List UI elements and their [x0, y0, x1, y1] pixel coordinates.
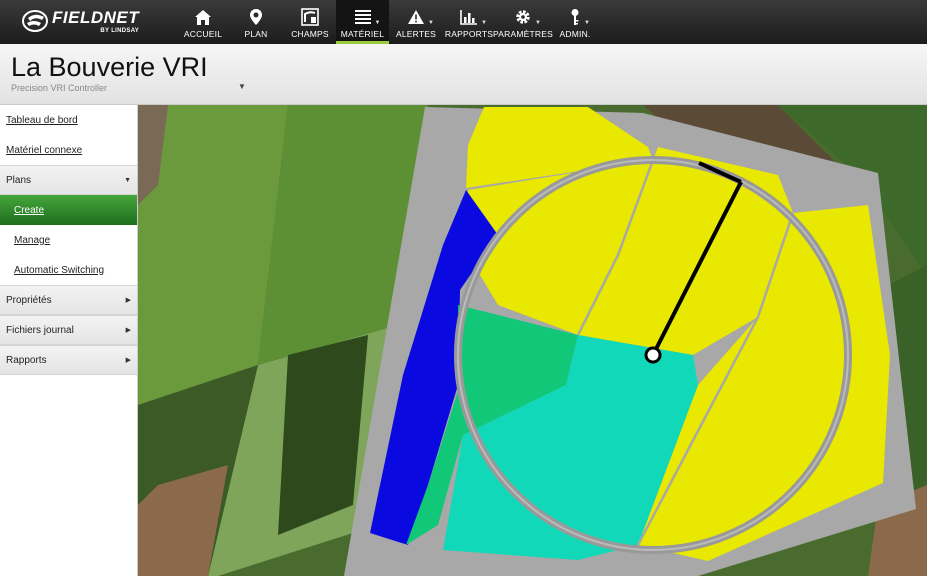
key-icon	[571, 9, 579, 25]
sidebar-section-plans[interactable]: Plans ▼	[0, 165, 137, 195]
nav-rapports[interactable]: ▼ RAPPORTS	[444, 0, 494, 44]
logo-sub-text: BY LINDSAY	[100, 27, 140, 34]
nav-accueil[interactable]: ACCUEIL	[180, 0, 226, 44]
nav-admin[interactable]: ▼ ADMIN.	[558, 0, 592, 44]
warning-icon	[408, 10, 424, 24]
chevron-down-icon: ▼	[535, 20, 541, 26]
page-header: La Bouverie VRI Precision VRI Controller…	[0, 44, 927, 105]
chevron-down-icon: ▼	[584, 20, 590, 26]
sidebar-item-dashboard[interactable]: Tableau de bord	[0, 105, 137, 135]
sidebar-item-label: Manage	[14, 234, 51, 246]
nav-label: RAPPORTS	[444, 29, 494, 39]
field-icon	[301, 8, 319, 26]
sidebar-item-create[interactable]: Create	[0, 195, 137, 225]
sidebar: Tableau de bord Matériel connexe Plans ▼ …	[0, 105, 138, 576]
sidebar-item-manage[interactable]: Manage	[0, 225, 137, 255]
device-dropdown-icon[interactable]: ▼	[238, 82, 246, 91]
map-pin-icon	[250, 9, 262, 25]
nav-label: MATÉRIEL	[340, 29, 385, 39]
sidebar-item-related-equipment[interactable]: Matériel connexe	[0, 135, 137, 165]
sidebar-item-label: Rapports	[6, 354, 47, 366]
sidebar-item-label: Create	[14, 204, 45, 216]
sidebar-item-label: Automatic Switching	[14, 264, 105, 276]
sidebar-section-logs[interactable]: Fichiers journal ▶	[0, 315, 137, 345]
nav-materiel[interactable]: ▼ MATÉRIEL	[336, 0, 389, 44]
chevron-right-icon: ▶	[125, 297, 131, 304]
nav-parametres[interactable]: ▼ PARAMÈTRES	[493, 0, 553, 44]
sidebar-section-reports[interactable]: Rapports ▶	[0, 345, 137, 375]
chart-icon	[460, 10, 477, 25]
pivot-center[interactable]	[644, 346, 662, 364]
nav-label: CHAMPS	[291, 29, 329, 39]
sidebar-item-label: Tableau de bord	[6, 114, 78, 126]
nav-alertes[interactable]: ▼ ALERTES	[394, 0, 438, 44]
logo-brand-text: FIELDNET	[52, 7, 140, 27]
sidebar-item-label: Matériel connexe	[6, 144, 83, 156]
chevron-right-icon: ▶	[125, 327, 131, 334]
fieldnet-logo[interactable]: FIELDNET BY LINDSAY	[22, 6, 139, 36]
top-navigation-bar: FIELDNET BY LINDSAY ACCUEIL PLAN CHAMPS …	[0, 0, 927, 44]
chevron-down-icon: ▼	[481, 20, 487, 26]
chevron-down-icon: ▼	[124, 176, 131, 184]
home-icon	[195, 9, 211, 25]
nav-label: PLAN	[244, 29, 268, 39]
sidebar-item-label: Plans	[6, 174, 32, 186]
map-canvas[interactable]	[138, 105, 927, 576]
page-title: La Bouverie VRI	[11, 52, 208, 82]
page-subtitle: Precision VRI Controller	[11, 83, 108, 93]
sidebar-section-properties[interactable]: Propriétés ▶	[0, 285, 137, 315]
nav-plan[interactable]: PLAN	[236, 0, 276, 44]
fieldnet-logo-icon	[22, 10, 48, 32]
vri-plan-map[interactable]	[138, 105, 927, 576]
nav-champs[interactable]: CHAMPS	[287, 0, 333, 44]
gear-icon	[516, 10, 530, 24]
nav-label: PARAMÈTRES	[493, 29, 553, 39]
nav-label: ACCUEIL	[183, 29, 223, 39]
nav-label: ALERTES	[396, 29, 436, 39]
sidebar-item-label: Propriétés	[6, 294, 52, 306]
chevron-right-icon: ▶	[125, 357, 131, 364]
chevron-down-icon: ▼	[374, 20, 381, 26]
sidebar-item-label: Fichiers journal	[6, 324, 74, 336]
nav-label: ADMIN.	[559, 29, 591, 39]
sidebar-item-automatic-switching[interactable]: Automatic Switching	[0, 255, 137, 285]
chevron-down-icon: ▼	[428, 20, 434, 26]
equipment-list-icon	[354, 10, 371, 24]
